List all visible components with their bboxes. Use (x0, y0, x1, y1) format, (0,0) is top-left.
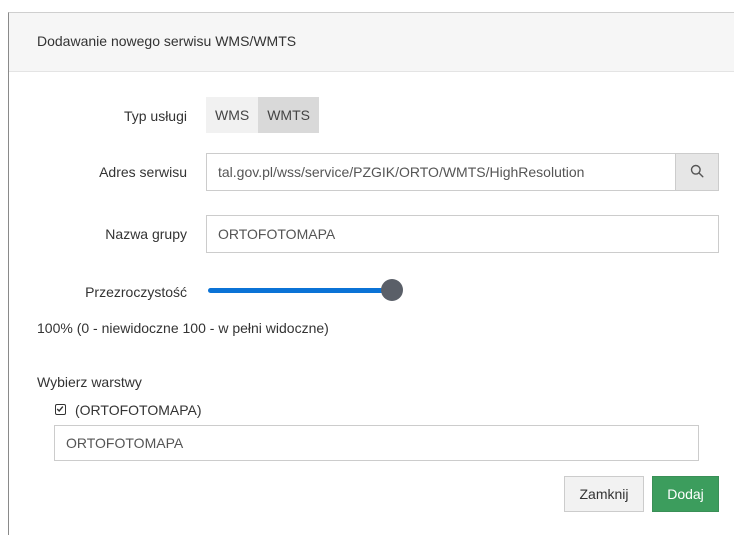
layer-label: (ORTOFOTOMAPA) (75, 402, 202, 418)
group-name-input[interactable]: ORTOFOTOMAPA (206, 215, 719, 253)
layer-checkbox[interactable] (55, 404, 66, 415)
dialog-header: Dodawanie nowego serwisu WMS/WMTS (9, 13, 734, 72)
dialog-title: Dodawanie nowego serwisu WMS/WMTS (37, 33, 297, 49)
add-button[interactable]: Dodaj (652, 476, 719, 512)
service-address-label: Adres serwisu (99, 164, 187, 180)
search-icon (690, 164, 704, 181)
transparency-slider-track[interactable] (208, 288, 390, 293)
service-type-wmts-button[interactable]: WMTS (258, 97, 319, 133)
search-button[interactable] (675, 153, 719, 191)
service-type-label: Typ usługi (123, 108, 187, 124)
service-type-wms-button[interactable]: WMS (206, 97, 259, 133)
transparency-label: Przezroczystość (85, 284, 187, 300)
layer-name-input[interactable]: ORTOFOTOMAPA (54, 425, 699, 461)
group-name-label: Nazwa grupy (105, 226, 187, 242)
service-type-toggle: WMS WMTS (206, 97, 319, 133)
checkmark-icon (56, 406, 64, 413)
close-button[interactable]: Zamknij (564, 476, 644, 512)
transparency-description: 100% (0 - niewidoczne 100 - w pełni wido… (37, 320, 329, 336)
service-address-input[interactable]: tal.gov.pl/wss/service/PZGIK/ORTO/WMTS/H… (206, 153, 676, 191)
transparency-slider-thumb[interactable] (381, 279, 403, 301)
layers-heading: Wybierz warstwy (37, 374, 142, 390)
add-service-dialog: Dodawanie nowego serwisu WMS/WMTS Typ us… (8, 12, 734, 535)
